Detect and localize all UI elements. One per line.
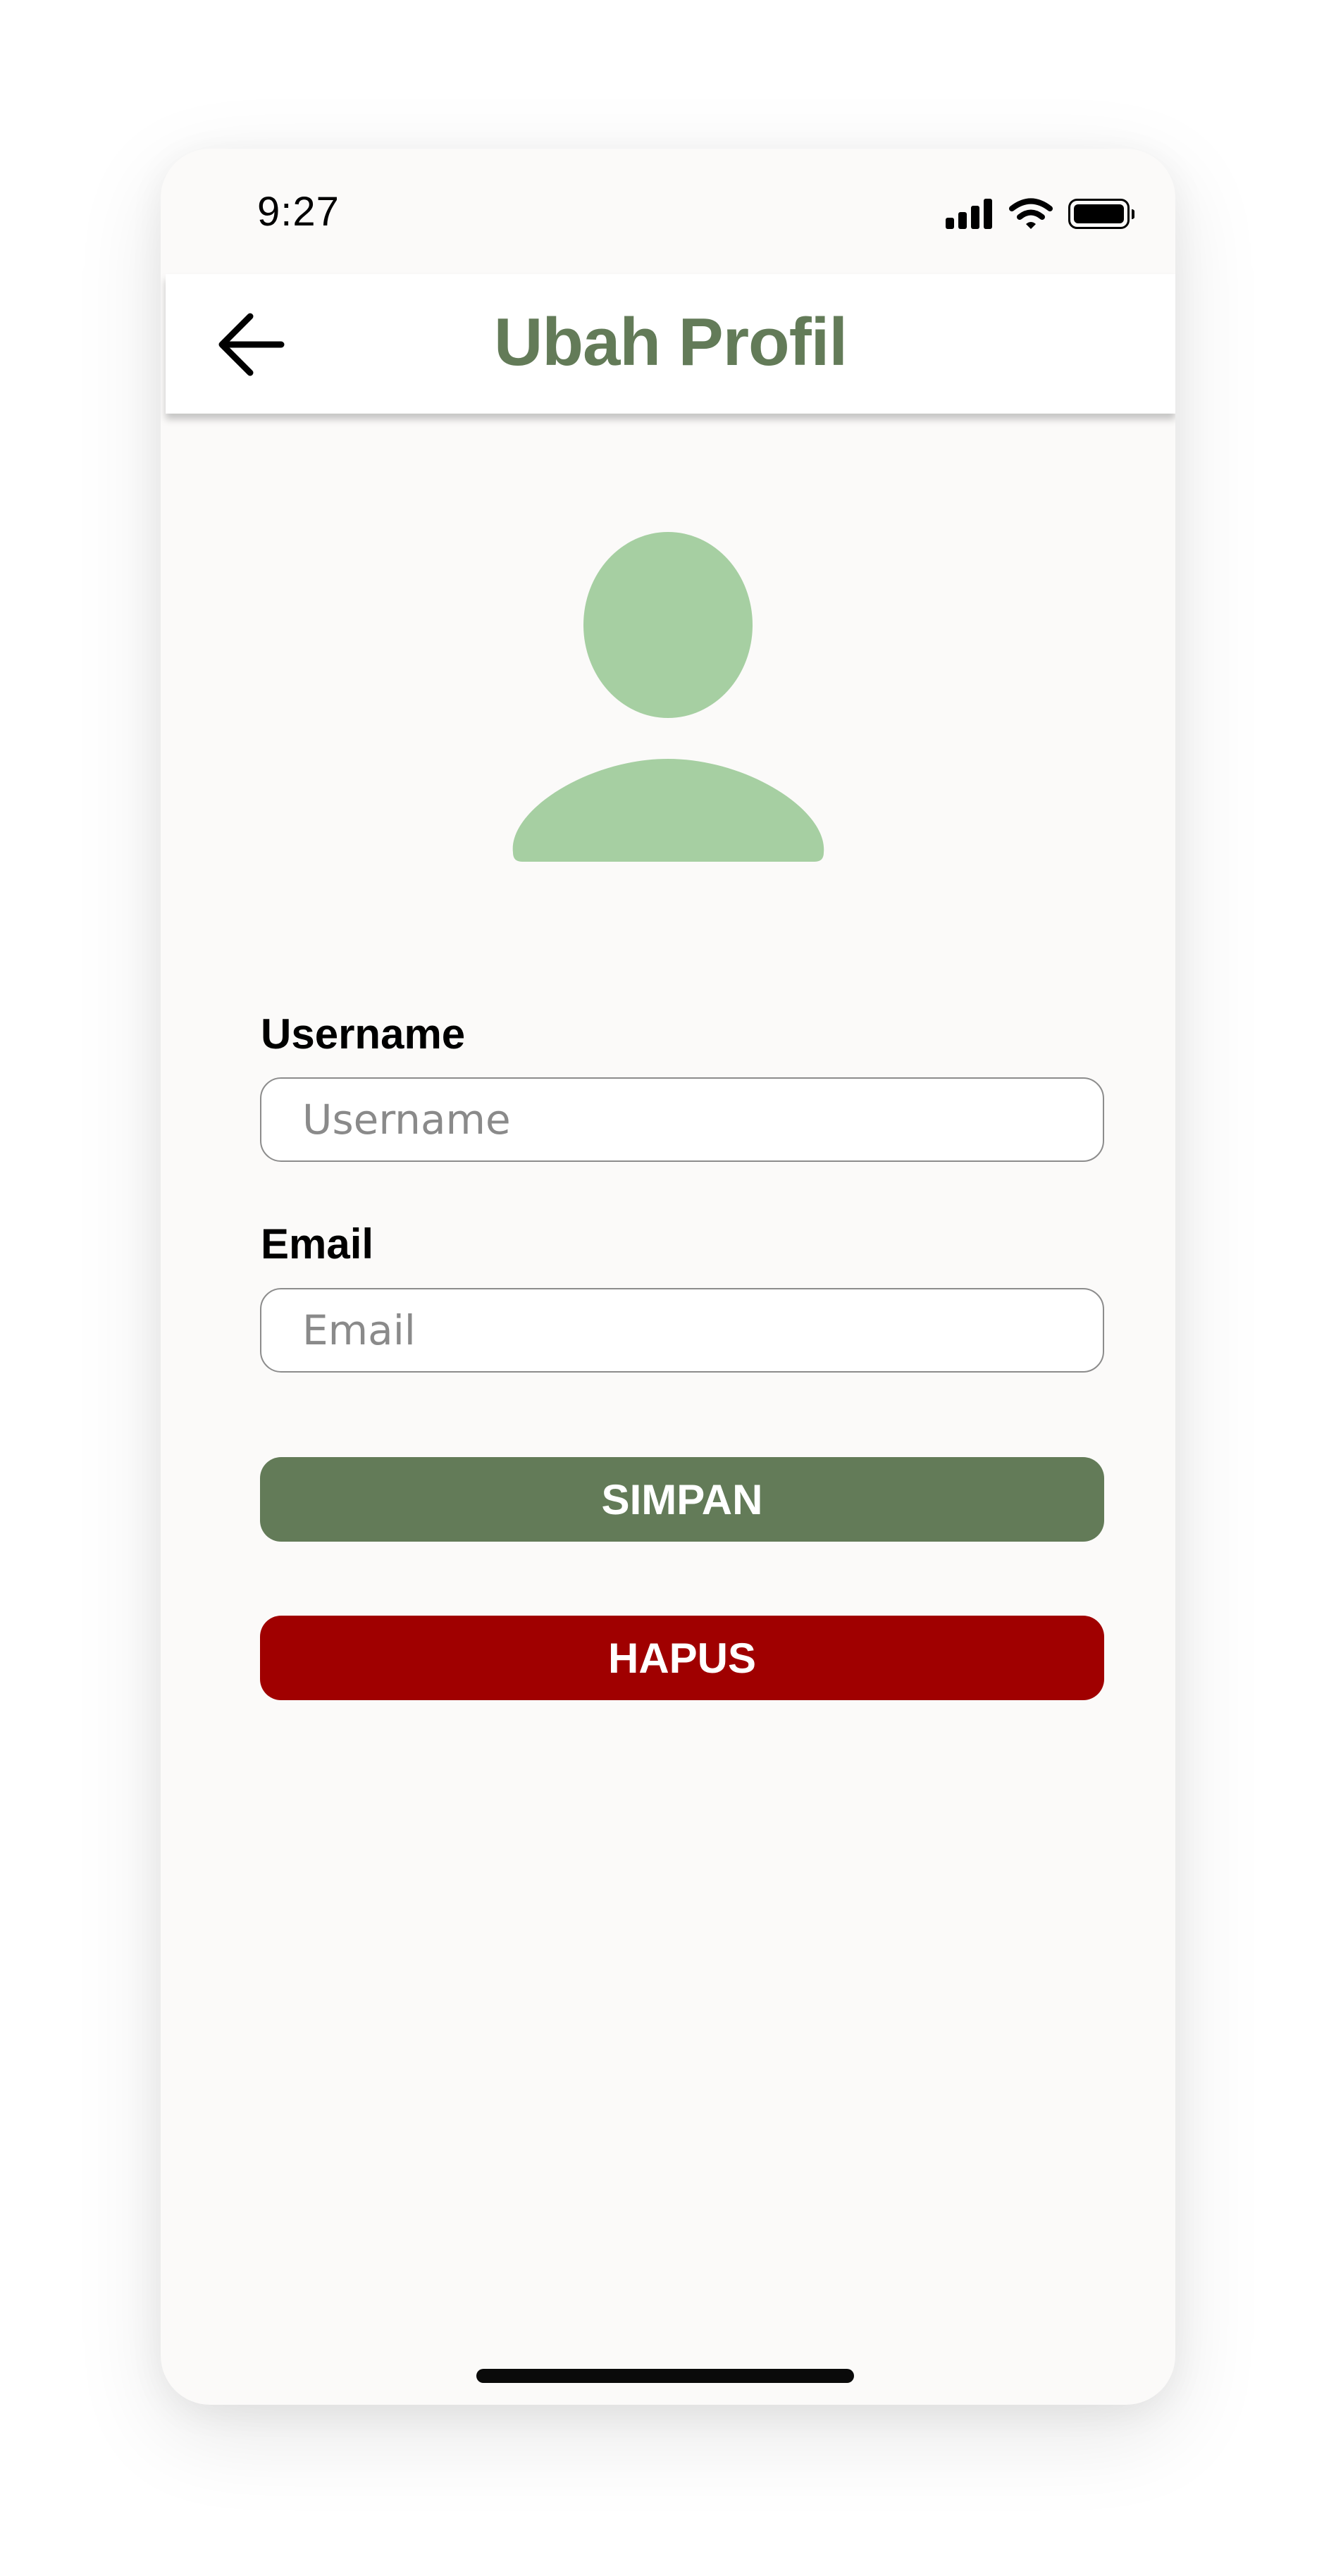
page-title: Ubah Profil	[493, 304, 848, 380]
wifi-icon	[1009, 198, 1053, 229]
phone-screen: 9:27 Ubah Profil Username Username Email…	[161, 149, 1175, 2405]
status-bar: 9:27	[161, 149, 1175, 274]
user-placeholder-icon	[512, 532, 824, 862]
app-header: Ubah Profil	[166, 274, 1175, 414]
home-indicator[interactable]	[476, 2369, 854, 2383]
status-icons	[946, 197, 1135, 230]
username-label: Username	[261, 1010, 466, 1058]
save-button[interactable]: SIMPAN	[260, 1457, 1104, 1542]
signal-icon	[946, 199, 992, 229]
status-time: 9:27	[257, 189, 340, 235]
delete-button[interactable]: HAPUS	[260, 1616, 1104, 1700]
battery-icon	[1068, 199, 1135, 229]
avatar[interactable]	[512, 532, 825, 862]
email-label: Email	[261, 1220, 374, 1268]
email-input[interactable]	[260, 1288, 1104, 1373]
username-input[interactable]	[260, 1077, 1104, 1162]
